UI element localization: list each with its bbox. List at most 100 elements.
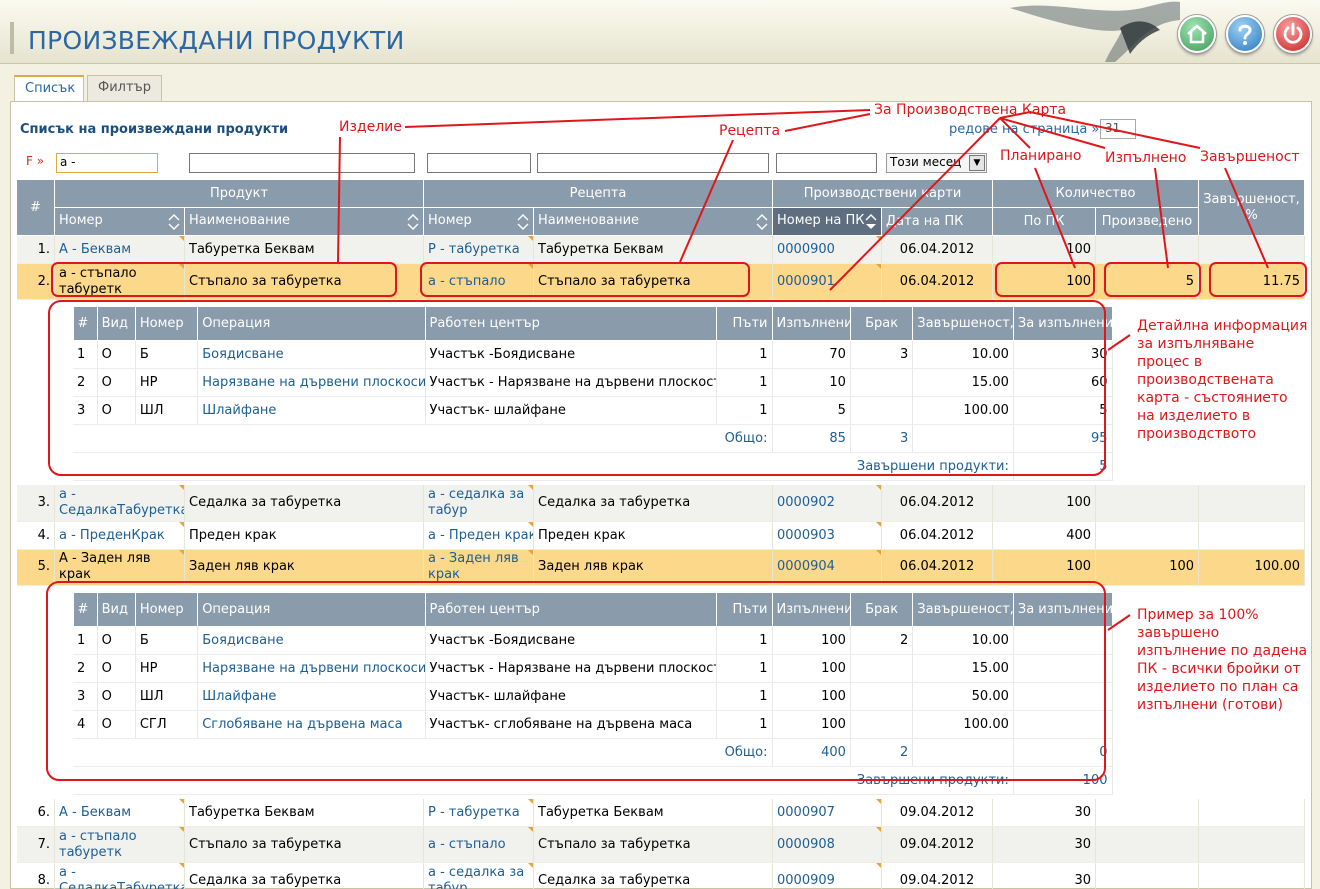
op-link[interactable]: Шлайфане [197,396,426,425]
filter-recipe-code[interactable] [427,153,531,173]
sort-icon [407,214,419,230]
pc-number-link[interactable]: 0000909 [772,862,883,889]
op-link[interactable]: Шлайфане [197,682,426,711]
group-product: Продукт [54,179,424,208]
pc-number-link[interactable]: 0000908 [772,826,883,863]
operations-total-row: Общо: 400 2 0 [73,738,1113,767]
table-row[interactable]: 5. А - Заден ляв крак Заден ляв крак а - За… [16,549,1306,586]
row-index: 3. [16,485,55,522]
produced-qty [1095,862,1200,889]
table-row[interactable]: 2. а - стъпало табуретк Стъпало за табурет… [16,263,1306,300]
finished-label: Завършени продукти: [73,766,1014,795]
pc-number-link[interactable]: 0000900 [772,235,883,264]
planned-qty: 400 [992,521,1097,550]
op-link[interactable]: Боядисване [197,340,426,369]
op-col-operation: Операция [197,591,426,627]
product-number-link[interactable]: а - ПреденКрак [54,521,185,550]
filter-recipe-name[interactable] [537,153,769,173]
recipe-number-link[interactable]: а - стъпало [423,826,534,863]
operation-row: 3 О ШЛ Шлайфане Участък- шлайфане 1 100 50.00 [73,682,1113,711]
product-number-link[interactable]: а - СедалкаТабуретка [54,862,185,889]
table-row[interactable]: 1. А - Беквам Табуретка Беквам Р - табуретк… [16,235,1306,264]
recipe-number-link[interactable]: а - седалка за табур [423,485,534,522]
table-row[interactable]: 8. а - СедалкаТабуретка Седалка за табурет… [16,862,1306,889]
op-done: 100 [772,654,851,683]
sort-icon [756,214,768,230]
recipe-number-link[interactable]: а - Преден крак [423,521,534,550]
sort-icon [168,214,180,230]
help-button[interactable] [1226,15,1264,53]
recipe-number-link[interactable]: Р - табуретка [423,235,534,264]
col-product-no[interactable]: Номер [54,207,185,236]
tab-list[interactable]: Списък [14,75,84,102]
product-name: Седалка за табуретка [184,862,424,889]
product-number-link[interactable]: а - стъпало табуретк [54,826,185,863]
product-number-link[interactable]: А - Беквам [54,798,185,827]
op-link[interactable]: Сглобяване на дървена маса [197,710,426,739]
home-button[interactable] [1178,15,1216,53]
op-link[interactable]: Нарязване на дървени плоскоси [197,654,426,683]
filter-product-code[interactable]: а - [56,153,158,173]
filter-period-select[interactable]: Този месец ▼ [886,153,987,173]
op-scrap [850,710,914,739]
product-number-link[interactable]: а - стъпало табуретк [54,263,185,300]
product-number-link[interactable]: А - Беквам [54,235,185,264]
app-header: ПРОИЗВЕЖДАНИ ПРОДУКТИ [0,0,1320,64]
col-pc-no[interactable]: Номер на ПК [772,207,883,236]
detail-row: # Вид Номер Операция Работен център Пъти Изпъл… [16,299,1305,485]
rows-per-page-input[interactable]: 31 [1100,119,1136,139]
bird-decoration-icon [1010,1,1180,62]
total-scrap: 3 [850,424,914,453]
recipe-number-link[interactable]: Р - табуретка [423,798,534,827]
planned-qty: 100 [992,485,1097,522]
operations-table: # Вид Номер Операция Работен център Пъти Изпъл… [72,591,1113,795]
recipe-name: Табуретка Беквам [533,235,774,264]
produced-qty: 100 [1095,549,1200,586]
recipe-number-link[interactable]: а - стъпало [423,263,534,300]
col-planned[interactable]: По ПК [992,207,1097,236]
filter-pc-number[interactable] [776,153,877,173]
col-product-name[interactable]: Наименование [184,207,424,236]
produced-qty [1095,826,1200,863]
pc-number-link[interactable]: 0000904 [772,549,883,586]
logout-button[interactable] [1274,15,1312,53]
op-todo [1013,626,1113,655]
completion-value [1198,485,1306,522]
row-index: 8. [16,862,55,889]
filter-product-name[interactable] [189,153,415,173]
pc-number-link[interactable]: 0000903 [772,521,883,550]
op-done: 70 [772,340,851,369]
pc-number-link[interactable]: 0000902 [772,485,883,522]
pc-number-link[interactable]: 0000907 [772,798,883,827]
planned-qty: 100 [992,263,1097,300]
product-name: Табуретка Беквам [184,798,424,827]
product-name: Заден ляв крак [184,549,424,586]
recipe-number-link[interactable]: а - седалка за табур [423,862,534,889]
recipe-number-link[interactable]: а - Заден ляв крак [423,549,534,586]
completion-value: 11.75 [1198,263,1306,300]
filter-period-value: Този месец [890,155,962,169]
table-row[interactable]: 3. а - СедалкаТабуретка Седалка за табурет… [16,485,1306,522]
op-col-kind: Вид [96,591,136,627]
op-code: НР [135,368,199,397]
table-row[interactable]: 4. а - ПреденКрак Преден крак а - Преден кр… [16,521,1306,550]
op-scrap [850,396,914,425]
pc-number-link[interactable]: 0000901 [772,263,883,300]
op-num: 4 [73,710,98,739]
op-link[interactable]: Боядисване [197,626,426,655]
tab-filter[interactable]: Филтър [87,75,162,101]
produced-qty: 5 [1095,263,1200,300]
table-row[interactable]: 7. а - стъпало табуретк Стъпало за табурет… [16,826,1306,863]
row-index: 7. [16,826,55,863]
op-link[interactable]: Нарязване на дървени плоскоси [197,368,426,397]
col-pc-date[interactable]: Дата на ПК [881,207,994,236]
product-number-link[interactable]: а - СедалкаТабуретка [54,485,185,522]
col-recipe-name[interactable]: Наименование [532,207,774,236]
product-number-link[interactable]: А - Заден ляв крак [54,549,185,586]
op-col-kind: Вид [96,306,136,341]
table-row[interactable]: 6. А - Беквам Табуретка Беквам Р - табуретк… [16,798,1306,827]
op-center: Участък -Боядисване [425,626,718,655]
op-col-code: Номер [134,591,199,627]
col-recipe-no[interactable]: Номер [423,207,534,236]
col-produced[interactable]: Произведено [1095,207,1200,236]
